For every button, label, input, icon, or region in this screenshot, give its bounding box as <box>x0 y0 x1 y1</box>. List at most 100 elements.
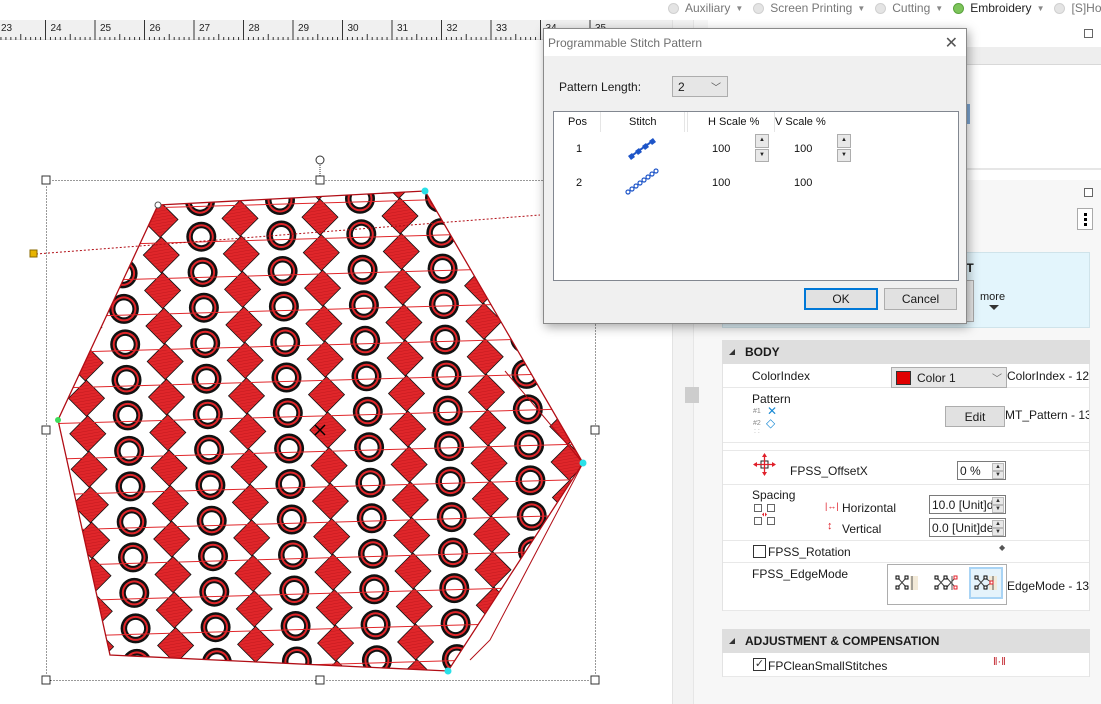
stitch-ring-hole <box>448 650 466 668</box>
spin-down-icon[interactable]: ▼ <box>992 471 1004 479</box>
resize-handle <box>590 425 600 435</box>
stitch-ring-hole <box>270 156 287 173</box>
stitch-ring-hole <box>128 655 146 671</box>
stitch-ring-hole <box>354 261 372 279</box>
stitch-ring-inner <box>109 191 131 213</box>
stitch-ring-inner <box>526 647 548 669</box>
caret-down-icon: ▼ <box>935 3 944 13</box>
spin-down-icon[interactable]: ▼ <box>992 528 1004 536</box>
edit-button-label: Edit <box>964 409 986 424</box>
stitch-diamond <box>386 339 424 377</box>
column-separator <box>684 112 685 132</box>
stitch-ring-hole <box>191 192 209 210</box>
property-row-pattern: Pattern #1 ✕ #2 ◇ : : Edit MT_Pattern - … <box>723 388 1089 443</box>
stitch-ring-fill <box>506 148 531 173</box>
stitch-ring-fill <box>521 574 547 600</box>
spin-down-icon[interactable]: ▼ <box>992 505 1004 513</box>
workspace-label: Auxiliary <box>685 1 731 15</box>
status-dot-icon <box>753 2 765 14</box>
stitch-diamond <box>554 549 583 588</box>
cancel-button[interactable]: Cancel <box>884 288 957 310</box>
stitch-ring-fill <box>524 645 550 671</box>
color-dropdown[interactable]: Color 1 ﹀ <box>891 367 1007 388</box>
edgemode-option-3[interactable] <box>969 567 1003 599</box>
stitch-diamond <box>470 444 508 482</box>
stitch-diamond <box>391 481 429 519</box>
stitch-diamond <box>65 308 103 346</box>
section-header-body[interactable]: BODY <box>722 340 1090 364</box>
chevron-down-icon[interactable] <box>989 305 999 310</box>
offsetx-spinner[interactable]: 0 % ▲ ▼ <box>957 461 1006 480</box>
edgemode-option-2[interactable] <box>930 567 964 599</box>
maximize-icon[interactable] <box>1084 29 1093 38</box>
stitch-ring-hole <box>207 618 225 636</box>
spin-up-icon[interactable]: ▲ <box>992 497 1004 505</box>
close-icon[interactable]: ✕ <box>945 33 958 53</box>
ruler-label: 27 <box>199 23 211 34</box>
section-header-adjustment[interactable]: ADJUSTMENT & COMPENSATION <box>722 629 1090 653</box>
dialog-titlebar[interactable]: Programmable Stitch Pattern ✕ <box>544 29 966 56</box>
ok-button[interactable]: OK <box>804 288 878 310</box>
property-label: Horizontal <box>842 501 897 515</box>
column-header-vscale: V Scale % <box>775 116 826 128</box>
spin-up-icon[interactable]: ▲ <box>992 520 1004 528</box>
stitch-ring-hole <box>441 473 459 491</box>
stitch-ring <box>344 148 374 178</box>
rotation-checkbox[interactable] <box>753 545 766 558</box>
shape-node <box>444 667 452 675</box>
resize-handle <box>590 675 600 685</box>
pattern-length-value: 2 <box>678 79 685 94</box>
stitch-ring-hole <box>367 616 385 634</box>
workspace-screen-printing[interactable]: Screen Printing ▼ <box>753 1 865 15</box>
workspace-hot[interactable]: [S]Hot <box>1054 1 1101 15</box>
horizontal-spacing-spinner[interactable]: 10.0 [Unit]d ▲ ▼ <box>929 495 1006 514</box>
property-label: ColorIndex <box>752 369 811 383</box>
stitch-ring-hole <box>278 369 295 386</box>
stitch-ring-hole <box>356 332 374 350</box>
dialog-title: Programmable Stitch Pattern <box>548 36 703 50</box>
stitch-diamond <box>301 198 339 236</box>
vscale-spinner[interactable]: ▲ ▼ <box>837 134 851 162</box>
vertical-spacing-spinner[interactable]: 0.0 [Unit]de ▲ ▼ <box>929 518 1006 537</box>
stitch-ring-hole <box>365 580 383 598</box>
workspace-cutting[interactable]: Cutting ▼ <box>875 1 943 15</box>
stitch-ring-hole <box>110 158 127 175</box>
maximize-icon[interactable] <box>1084 188 1093 197</box>
spin-up-icon[interactable]: ▲ <box>837 134 851 148</box>
hscale-spinner[interactable]: ▲ ▼ <box>755 134 769 162</box>
property-row-colorindex: ColorIndex Color 1 ﹀ ColorIndex - 1250 <box>723 364 1089 388</box>
workspace-auxiliary[interactable]: Auxiliary ▼ <box>668 1 743 15</box>
stitch-ring-fill <box>511 290 537 316</box>
property-label: FPSS_OffsetX <box>790 464 868 478</box>
edit-pattern-button[interactable]: Edit <box>945 406 1005 427</box>
scrollbar-thumb[interactable] <box>685 387 699 403</box>
caret-down-icon: ▼ <box>857 3 866 13</box>
spin-up-icon[interactable]: ▲ <box>755 134 769 148</box>
ruler-label: 26 <box>149 23 161 34</box>
collapse-triangle-icon[interactable] <box>729 638 735 644</box>
workspace-embroidery[interactable]: Embroidery ▼ <box>953 1 1044 15</box>
more-button[interactable]: more <box>980 291 1005 303</box>
stitch-ring-hole <box>280 440 298 457</box>
more-options-icon[interactable] <box>1077 208 1093 230</box>
spin-up-icon[interactable]: ▲ <box>992 463 1004 471</box>
pattern-item-label: #2 <box>753 420 761 427</box>
edgemode-selector[interactable] <box>887 564 1007 605</box>
ruler-label: 28 <box>248 23 260 34</box>
spin-down-icon[interactable]: ▼ <box>837 148 851 162</box>
pattern-length-select[interactable]: 2 ﹀ <box>672 76 728 97</box>
stitch-ring-hole <box>194 263 212 281</box>
edgemode-option-1[interactable] <box>890 567 924 599</box>
stitch-ring <box>510 323 541 354</box>
clean-small-stitches-checkbox[interactable]: ✓ <box>753 658 766 671</box>
stitch-diamond <box>78 663 116 671</box>
spin-down-icon[interactable]: ▼ <box>755 148 769 162</box>
row-spacer <box>723 443 1089 451</box>
stitch-ring-hole <box>444 544 462 562</box>
ruler-label: 29 <box>298 23 310 34</box>
chevron-down-icon: ﹀ <box>992 374 1002 385</box>
stitch-ring-hole <box>368 651 386 669</box>
stitch-ring-hole <box>275 298 293 315</box>
ribbon-button[interactable] <box>966 280 974 322</box>
collapse-triangle-icon[interactable] <box>729 349 735 355</box>
